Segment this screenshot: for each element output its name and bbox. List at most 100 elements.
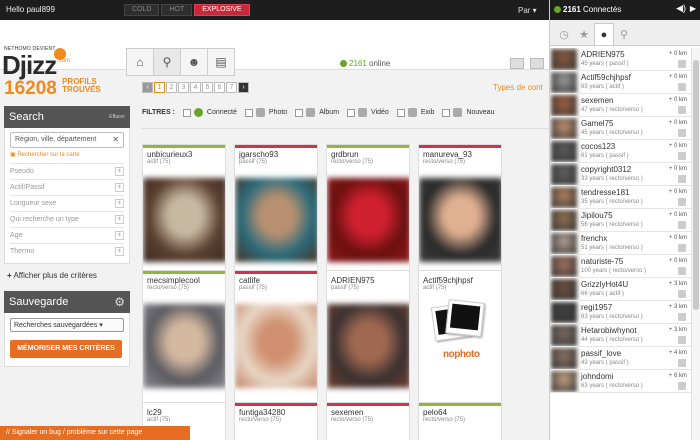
- profile-name[interactable]: mecsimplecool: [143, 274, 225, 285]
- profile-name[interactable]: pelo64: [419, 406, 501, 417]
- expand-icon[interactable]: +: [115, 247, 124, 256]
- avatar[interactable]: [551, 49, 577, 70]
- clear-search-link[interactable]: Effacer: [109, 114, 125, 120]
- profile-photo[interactable]: [143, 178, 225, 262]
- checkbox[interactable]: [347, 108, 356, 117]
- profile-name[interactable]: grdbrun: [327, 148, 409, 159]
- avatar[interactable]: [551, 233, 577, 254]
- user-name[interactable]: ADRIEN975: [581, 50, 625, 59]
- connected-user-item[interactable]: Hetarobiwhynot 44 years ( recto/verso ) + …: [550, 324, 691, 347]
- checkbox[interactable]: [182, 108, 191, 117]
- filter-connecte[interactable]: Connecté: [182, 108, 237, 117]
- profile-card-icon[interactable]: ▤: [207, 48, 235, 76]
- report-bug-link[interactable]: // Signaler un bug / problème sur cette …: [0, 426, 190, 440]
- mail-icon[interactable]: [510, 58, 524, 69]
- message-icon[interactable]: [678, 359, 686, 367]
- profile-photo[interactable]: [235, 178, 317, 262]
- profile-card[interactable]: manureva_93 recto/verso (75): [418, 144, 502, 280]
- memorize-criteria-button[interactable]: MÉMORISER MES CRITÈRES: [10, 340, 122, 358]
- criterion-pseudo[interactable]: Pseudo +: [10, 163, 124, 179]
- user-name[interactable]: Gamel75: [581, 119, 613, 128]
- profile-name[interactable]: funtiga34280: [235, 406, 317, 417]
- connected-user-item[interactable]: naturiste-75 100 years ( recto/verso ) + 0…: [550, 255, 691, 278]
- checkbox[interactable]: [295, 108, 304, 117]
- connected-user-item[interactable]: sexemen 47 years ( recto/verso ) + 0 km: [550, 94, 691, 117]
- connected-user-item[interactable]: Gamel75 45 years ( recto/verso ) + 0 km: [550, 117, 691, 140]
- profile-card[interactable]: jgarscho93 passif (75): [234, 144, 318, 280]
- message-icon[interactable]: [678, 382, 686, 390]
- avatar[interactable]: [551, 118, 577, 139]
- tab-recent-icon[interactable]: ◷: [554, 23, 574, 45]
- page-5[interactable]: 5: [202, 82, 213, 93]
- profile-photo[interactable]: [327, 304, 409, 388]
- profile-name[interactable]: catlife: [235, 274, 317, 285]
- user-name[interactable]: copyright0312: [581, 165, 631, 174]
- connected-user-item[interactable]: johndomi 63 years ( recto/verso ) + 6 km: [550, 370, 691, 393]
- connected-user-item[interactable]: Jipilou75 56 years ( recto/verso ) + 0 km: [550, 209, 691, 232]
- speaker-icon[interactable]: ◀): [676, 3, 686, 14]
- page-1[interactable]: 1: [154, 82, 165, 93]
- user-name[interactable]: cocos123: [581, 142, 615, 151]
- profile-card[interactable]: Actif59chjhpsf actif (75) nophoto: [418, 270, 502, 406]
- avatar[interactable]: [551, 141, 577, 162]
- avatar[interactable]: [551, 164, 577, 185]
- connected-user-item[interactable]: passif_love 43 years ( passif ) + 4 km: [550, 347, 691, 370]
- connected-user-item[interactable]: regi1957 63 years ( recto/verso ) + 3 km: [550, 301, 691, 324]
- avatar[interactable]: [551, 210, 577, 231]
- checkbox[interactable]: [244, 108, 253, 117]
- checkbox[interactable]: [396, 108, 405, 117]
- profile-name[interactable]: lc29: [143, 406, 225, 417]
- message-icon[interactable]: [678, 106, 686, 114]
- expand-icon[interactable]: +: [115, 231, 124, 240]
- profile-name[interactable]: manureva_93: [419, 148, 501, 159]
- location-search-input[interactable]: Région, ville, département ✕: [10, 132, 124, 148]
- criterion-thermo[interactable]: Thermo +: [10, 243, 124, 259]
- user-name[interactable]: naturiste-75: [581, 257, 623, 266]
- mode-cold-button[interactable]: COLD: [124, 4, 160, 16]
- tab-favorites-icon[interactable]: ★: [574, 23, 594, 45]
- profile-card[interactable]: pelo64 recto/verso (75): [418, 402, 502, 440]
- tab-explosive-icon[interactable]: ●: [594, 23, 614, 45]
- scrollbar-thumb[interactable]: [693, 60, 699, 310]
- avatar[interactable]: [551, 95, 577, 116]
- avatar[interactable]: [551, 187, 577, 208]
- user-name[interactable]: regi1957: [581, 303, 612, 312]
- connected-user-item[interactable]: ADRIEN975 45 years ( passif ) + 0 km: [550, 48, 691, 71]
- filter-video[interactable]: Vidéo: [347, 108, 389, 117]
- profile-card[interactable]: sexemen recto/verso (75): [326, 402, 410, 440]
- avatar[interactable]: [551, 72, 577, 93]
- page-6[interactable]: 6: [214, 82, 225, 93]
- mode-explosive-button[interactable]: EXPLOSIVE: [194, 4, 250, 16]
- profile-card[interactable]: ADRIEN975 passif (75): [326, 270, 410, 406]
- message-icon[interactable]: [678, 313, 686, 321]
- message-icon[interactable]: [678, 60, 686, 68]
- user-name[interactable]: passif_love: [581, 349, 621, 358]
- connected-user-item[interactable]: cocos123 61 years ( passif ) + 0 km: [550, 140, 691, 163]
- criterion-actif-passif[interactable]: Actif/Passif +: [10, 179, 124, 195]
- message-icon[interactable]: [678, 244, 686, 252]
- expand-icon[interactable]: +: [115, 199, 124, 208]
- profile-name[interactable]: sexemen: [327, 406, 409, 417]
- par-menu[interactable]: Par ▾: [518, 6, 537, 15]
- profile-photo[interactable]: [419, 178, 501, 262]
- profile-name[interactable]: Actif59chjhpsf: [419, 274, 501, 285]
- profile-photo[interactable]: [235, 304, 317, 388]
- user-name[interactable]: Jipilou75: [581, 211, 613, 220]
- expand-icon[interactable]: +: [115, 167, 124, 176]
- search-icon[interactable]: ⚲: [153, 48, 181, 76]
- profile-card[interactable]: mecsimplecool recto/verso (75): [142, 270, 226, 406]
- connected-user-item[interactable]: GrizzlyHot4U 66 years ( actif ) + 3 km: [550, 278, 691, 301]
- connected-user-item[interactable]: copyright0312 33 years ( recto/verso ) + 0…: [550, 163, 691, 186]
- message-icon[interactable]: [678, 267, 686, 275]
- page-3[interactable]: 3: [178, 82, 189, 93]
- criterion-recherche-type[interactable]: Qui recherche un type +: [10, 211, 124, 227]
- profile-card[interactable]: catlife passif (75): [234, 270, 318, 406]
- types-link[interactable]: Types de cont: [493, 83, 543, 92]
- message-icon[interactable]: [678, 129, 686, 137]
- criterion-age[interactable]: Age +: [10, 227, 124, 243]
- expand-icon[interactable]: +: [115, 215, 124, 224]
- message-icon[interactable]: [678, 152, 686, 160]
- profile-card[interactable]: unbicurieux3 actif (75): [142, 144, 226, 280]
- avatar[interactable]: [551, 325, 577, 346]
- gear-icon[interactable]: ⚙: [114, 295, 125, 309]
